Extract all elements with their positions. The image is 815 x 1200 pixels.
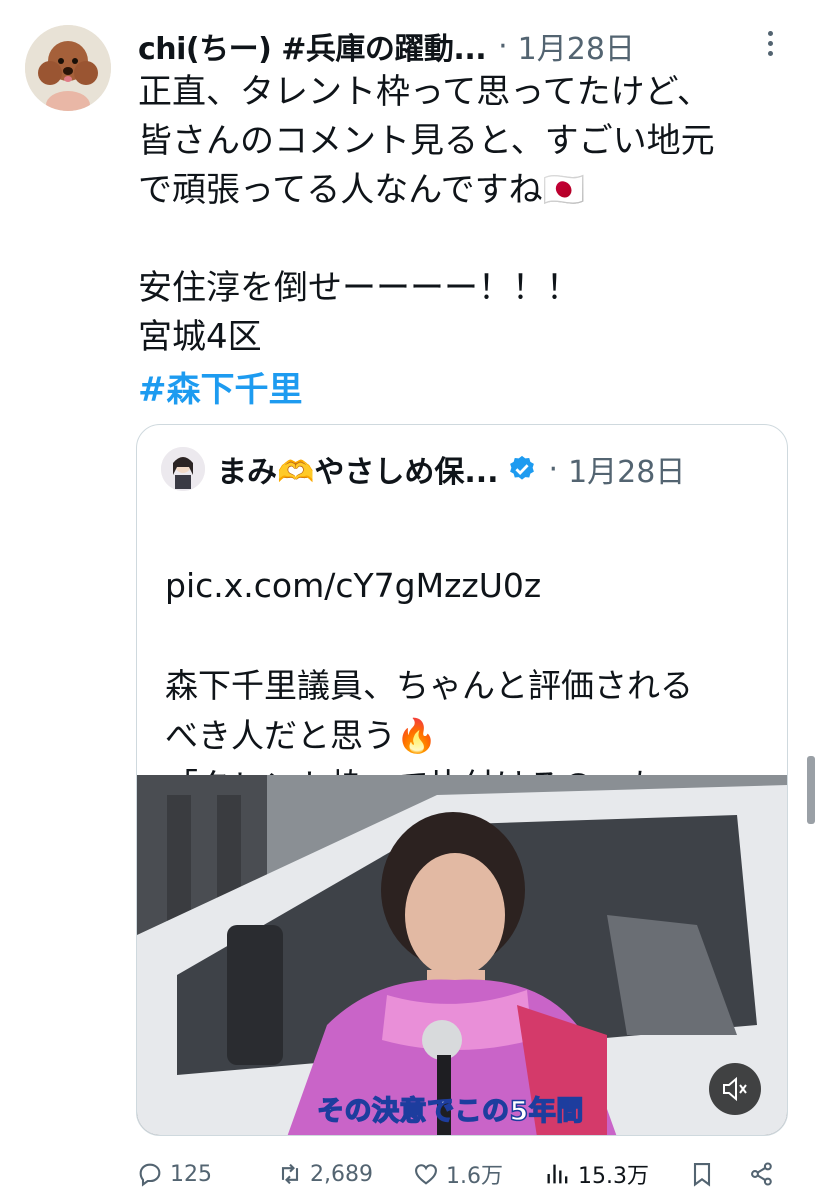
- bookmark-button[interactable]: [688, 1152, 722, 1196]
- quote-timestamp[interactable]: 1月28日: [568, 447, 685, 491]
- hashtag-link[interactable]: #森下千里: [138, 362, 303, 411]
- video-caption: その決意でこの5年間: [316, 1095, 584, 1128]
- like-button[interactable]: 1.6万: [412, 1152, 503, 1196]
- views-count: 15.3万: [578, 1164, 649, 1189]
- more-icon[interactable]: [758, 26, 782, 66]
- like-count: 1.6万: [446, 1164, 503, 1189]
- verified-badge-icon: [507, 454, 537, 484]
- separator-dot: ·: [498, 28, 508, 64]
- quote-author-avatar[interactable]: [161, 447, 205, 491]
- reply-button[interactable]: 125: [136, 1152, 212, 1196]
- bookmark-icon: [693, 1163, 711, 1187]
- author-name[interactable]: chi(ちー) #兵庫の躍動...: [138, 24, 487, 68]
- quoted-tweet[interactable]: まみ🫶やさしめ保... · 1月28日 pic.x.com/cY7gMzzU0z…: [136, 424, 788, 1136]
- quote-header: まみ🫶やさしめ保... · 1月28日: [217, 445, 777, 493]
- repost-count: 2,689: [310, 1161, 373, 1187]
- tweet-header: chi(ちー) #兵庫の躍動... · 1月28日: [138, 22, 718, 70]
- quote-separator-dot: ·: [548, 451, 559, 487]
- views-icon: [547, 1164, 568, 1184]
- video-player[interactable]: その決意でこの5年間: [137, 775, 787, 1135]
- timestamp[interactable]: 1月28日: [518, 24, 635, 68]
- views-button[interactable]: 15.3万: [544, 1152, 649, 1196]
- scrollbar[interactable]: [807, 756, 815, 824]
- repost-button[interactable]: 2,689: [276, 1152, 373, 1196]
- author-avatar[interactable]: [25, 25, 111, 111]
- share-button[interactable]: [748, 1152, 782, 1196]
- mute-icon[interactable]: [709, 1063, 761, 1115]
- tweet-text: 正直、タレント枠って思ってたけど、 皆さんのコメント見ると、すごい地元 で頑張っ…: [138, 72, 715, 357]
- quote-author-name[interactable]: まみ🫶やさしめ保...: [217, 447, 499, 491]
- share-icon: [751, 1162, 772, 1186]
- reply-icon: [139, 1163, 161, 1187]
- like-icon: [415, 1164, 437, 1185]
- reply-count: 125: [170, 1161, 212, 1187]
- action-bar: 125 2,689 1.6万 15.3万: [136, 1152, 796, 1196]
- repost-icon: [281, 1163, 299, 1185]
- quote-media-link[interactable]: pic.x.com/cY7gMzzU0z: [165, 561, 765, 611]
